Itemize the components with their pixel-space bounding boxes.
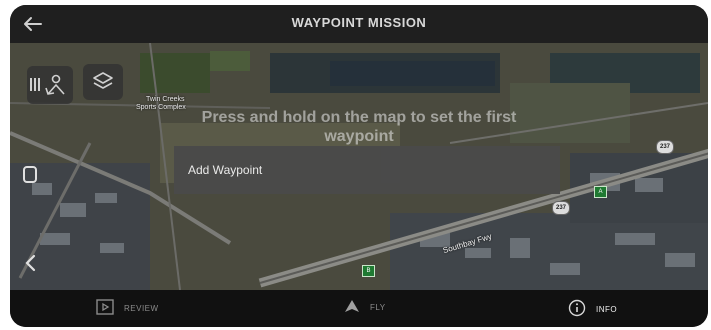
play-box-icon — [96, 299, 114, 317]
instruction-text: Press and hold on the map to set the fir… — [10, 108, 708, 146]
collapse-button[interactable] — [20, 248, 42, 278]
top-bar: WAYPOINT MISSION — [10, 5, 708, 43]
info-circle-icon — [568, 299, 586, 319]
square-icon — [23, 166, 37, 183]
user-location-icon — [45, 74, 65, 95]
layers-icon — [93, 72, 113, 89]
map-sign: B — [362, 265, 375, 277]
square-button[interactable] — [20, 159, 42, 189]
chevron-left-icon — [25, 254, 36, 272]
location-menu-button[interactable] — [27, 66, 73, 104]
nav-info[interactable]: INFO — [568, 299, 617, 319]
menu-lines-icon — [30, 78, 40, 91]
nav-review[interactable]: REVIEW — [96, 299, 159, 317]
add-waypoint-label: Add Waypoint — [188, 163, 263, 177]
nav-info-label: INFO — [596, 304, 618, 314]
plane-arrow-icon — [344, 299, 360, 315]
add-waypoint-button[interactable]: Add Waypoint — [174, 146, 560, 194]
bottom-nav: REVIEW FLY INFO — [10, 290, 708, 327]
nav-fly[interactable]: FLY — [344, 299, 386, 315]
nav-fly-label: FLY — [370, 302, 386, 312]
layers-button[interactable] — [83, 64, 123, 100]
map-sign: A — [594, 186, 607, 198]
instruction-line-2: waypoint — [324, 128, 394, 145]
instruction-line-1: Press and hold on the map to set the fir… — [201, 109, 517, 126]
place-label-line1: Twin Creeks — [146, 96, 185, 103]
app-frame: WAYPOINT MISSION Twin Creeks Sports Comp… — [0, 0, 711, 330]
highway-shield: 237 — [552, 201, 570, 215]
page-title: WAYPOINT MISSION — [291, 15, 427, 30]
satellite-map[interactable]: Twin Creeks Sports Complex Southbay Fwy … — [10, 43, 708, 290]
device-screen: WAYPOINT MISSION Twin Creeks Sports Comp… — [10, 5, 708, 327]
nav-review-label: REVIEW — [124, 303, 159, 313]
